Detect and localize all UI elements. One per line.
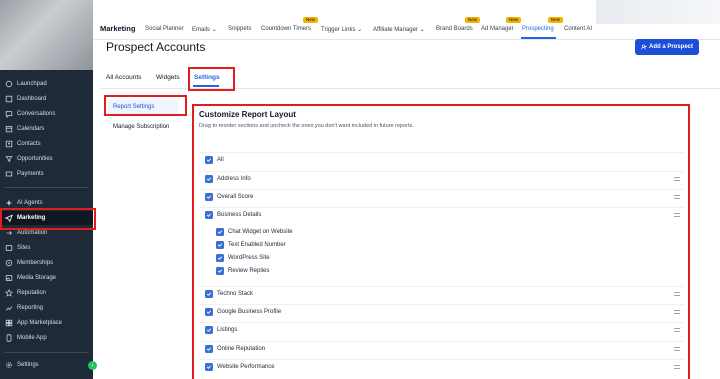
sidebar-item-label: Settings <box>17 362 39 368</box>
chevron-down-icon: ⌄ <box>211 27 217 33</box>
funnel-icon <box>5 155 13 163</box>
tab-all-accounts[interactable]: All Accounts <box>106 74 141 81</box>
sidebar-item-conversations[interactable]: Conversations <box>0 107 93 121</box>
tab-social-planner[interactable]: Social Planner <box>145 26 184 32</box>
active-tab-indicator <box>521 37 556 39</box>
payments-icon <box>5 170 13 178</box>
sidebar-item-payments[interactable]: Payments <box>0 167 93 181</box>
sidebar-item-memberships[interactable]: Memberships <box>0 256 93 270</box>
gear-icon <box>5 361 13 369</box>
section-title: Marketing <box>100 24 136 33</box>
contacts-icon <box>5 140 13 148</box>
tab-brand-boards[interactable]: Brand Boards <box>436 26 473 32</box>
calendar-icon <box>5 125 13 133</box>
sidebar-divider <box>4 352 89 353</box>
tab-ad-manager[interactable]: Ad Manager <box>481 26 514 32</box>
highlight-report-settings <box>104 95 187 116</box>
sidebar-divider <box>4 187 89 188</box>
sidebar-item-reporting[interactable]: Reporting <box>0 301 93 315</box>
sidebar-item-launchpad[interactable]: Launchpad <box>0 77 93 91</box>
sidebar-item-opportunities[interactable]: Opportunities <box>0 152 93 166</box>
tab-label: Emails <box>192 27 211 33</box>
sidebar-item-label: Calendars <box>17 126 45 132</box>
collapse-sidebar-button[interactable]: ‹ <box>88 361 97 370</box>
sidebar-item-media-storage[interactable]: Media Storage <box>0 271 93 285</box>
sidebar-item-dashboard[interactable]: Dashboard <box>0 92 93 106</box>
sidebar-item-contacts[interactable]: Contacts <box>0 137 93 151</box>
sidebar-item-label: Reporting <box>17 305 44 311</box>
sidebar-item-settings[interactable]: Settings <box>0 358 93 372</box>
chevron-down-icon: ⌄ <box>419 27 425 33</box>
tab-trigger-links[interactable]: Trigger Links ⌄ <box>321 26 362 33</box>
sidebar-item-label: App Marketplace <box>17 320 63 326</box>
tab-label: Affiliate Manager <box>373 27 418 33</box>
sidebar-item-label: Reputation <box>17 290 47 296</box>
tab-countdown-timers[interactable]: Countdown Timers <box>261 26 311 32</box>
sidebar-item-calendars[interactable]: Calendars <box>0 122 93 136</box>
tab-affiliate-manager[interactable]: Affiliate Manager ⌄ <box>373 26 425 33</box>
ai-agents-icon <box>5 199 13 207</box>
sidebar-item-label: Automation <box>17 230 48 236</box>
sidebar-item-sites[interactable]: Sites <box>0 241 93 255</box>
sidebar-item-mobile-app[interactable]: Mobile App <box>0 331 93 345</box>
mobile-icon <box>5 334 13 342</box>
chevron-down-icon: ⌄ <box>357 27 363 33</box>
sidebar-item-app-marketplace[interactable]: App Marketplace <box>0 316 93 330</box>
menu-manage-subscription[interactable]: Manage Subscription <box>108 120 169 134</box>
add-user-icon <box>641 44 647 50</box>
chat-icon <box>5 110 13 118</box>
sidebar-item-label: Mobile App <box>17 335 47 341</box>
memberships-icon <box>5 259 13 267</box>
sidebar-item-label: Media Storage <box>17 275 57 281</box>
new-badge: New <box>506 17 522 23</box>
tab-content-ai[interactable]: Content AI <box>564 26 592 32</box>
launchpad-icon <box>5 80 13 88</box>
sidebar: Launchpad Dashboard Conversations Calend… <box>0 0 97 379</box>
sidebar-item-label: Opportunities <box>17 156 53 162</box>
new-badge: New <box>548 17 564 23</box>
sidebar-item-label: Conversations <box>17 111 56 117</box>
page-title: Prospect Accounts <box>106 40 206 54</box>
tab-widgets[interactable]: Widgets <box>156 74 179 81</box>
tab-label: Trigger Links <box>321 27 356 33</box>
new-badge: New <box>303 17 319 23</box>
highlight-settings-tab <box>188 67 235 91</box>
marketplace-icon <box>5 319 13 327</box>
star-icon <box>5 289 13 297</box>
sidebar-item-label: Dashboard <box>17 96 47 102</box>
sidebar-item-label: Payments <box>17 171 44 177</box>
sidebar-item-label: Launchpad <box>17 81 47 87</box>
add-prospect-button[interactable]: Add a Prospect <box>635 39 699 55</box>
sidebar-item-label: Sites <box>17 245 31 251</box>
highlight-marketing <box>0 208 96 230</box>
add-prospect-label: Add a Prospect <box>648 44 693 50</box>
sidebar-item-label: AI Agents <box>17 200 43 206</box>
automation-icon <box>5 229 13 237</box>
dashboard-icon <box>5 95 13 103</box>
highlight-report-layout-panel <box>192 104 690 379</box>
sidebar-item-label: Contacts <box>17 141 41 147</box>
media-icon <box>5 274 13 282</box>
reporting-icon <box>5 304 13 312</box>
tab-emails[interactable]: Emails ⌄ <box>192 26 217 33</box>
sidebar-item-reputation[interactable]: Reputation <box>0 286 93 300</box>
sidebar-item-label: Memberships <box>17 260 54 266</box>
header-user-area[interactable] <box>596 0 720 24</box>
sites-icon <box>5 244 13 252</box>
tab-prospecting[interactable]: Prospecting <box>522 26 554 32</box>
chevron-left-icon: ‹ <box>91 362 94 369</box>
agency-logo[interactable] <box>0 0 93 70</box>
new-badge: New <box>465 17 481 23</box>
top-navigation: Marketing Social Planner Emails ⌄ Snippe… <box>93 0 720 40</box>
tab-snippets[interactable]: Snippets <box>228 26 251 32</box>
